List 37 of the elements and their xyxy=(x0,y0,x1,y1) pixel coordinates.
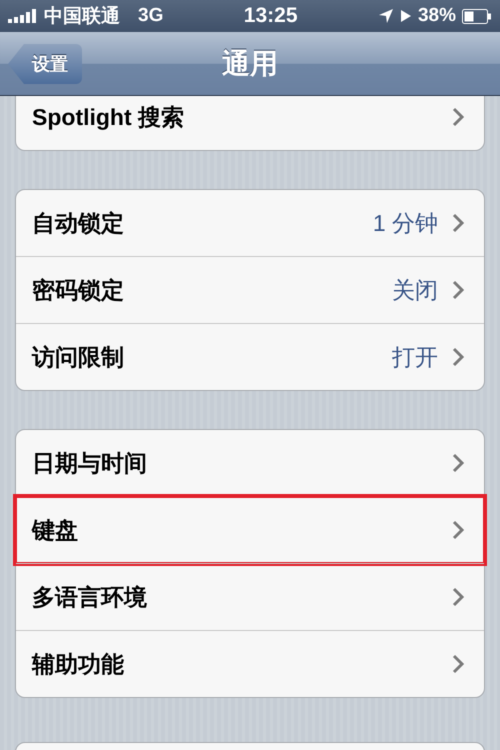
chevron-icon xyxy=(452,213,464,233)
row-label: 日期与时间 xyxy=(32,448,148,478)
row-label: 多语言环境 xyxy=(32,582,148,612)
row-label: 辅助功能 xyxy=(32,650,125,678)
chevron-icon xyxy=(452,107,464,127)
play-icon xyxy=(400,9,412,23)
setting-row[interactable]: 密码锁定 关闭 xyxy=(16,256,484,323)
clock-time: 13:25 xyxy=(244,4,298,28)
setting-row[interactable]: 日期与时间 xyxy=(16,430,484,496)
setting-row[interactable]: Spotlight 搜索 xyxy=(16,96,484,150)
chevron-icon xyxy=(452,280,464,300)
setting-row[interactable]: 多语言环境 xyxy=(16,563,484,630)
chevron-icon xyxy=(452,587,464,607)
row-label: 键盘 xyxy=(32,516,79,544)
network-type: 3G xyxy=(138,5,164,27)
row-label: 密码锁定 xyxy=(32,276,125,304)
row-value: 1 分钟 xyxy=(372,208,438,238)
row-value: 打开 xyxy=(392,342,438,372)
setting-row[interactable]: 自动锁定 1 分钟 xyxy=(16,190,484,256)
chevron-icon xyxy=(452,654,464,674)
signal-icon xyxy=(8,9,38,23)
row-label: 自动锁定 xyxy=(32,208,125,238)
location-icon xyxy=(378,8,394,24)
carrier-name: 中国联通 xyxy=(44,4,120,29)
chevron-icon xyxy=(452,347,464,367)
setting-row[interactable]: 辅助功能 xyxy=(16,630,484,697)
chevron-icon xyxy=(452,520,464,540)
battery-percent: 38% xyxy=(418,5,456,27)
row-value: 关闭 xyxy=(392,276,438,304)
setting-row[interactable]: 键盘 xyxy=(16,496,484,563)
back-button[interactable]: 设置 xyxy=(8,44,82,84)
battery-icon xyxy=(462,8,492,24)
row-label: Spotlight 搜索 xyxy=(32,102,186,132)
setting-row[interactable]: 访问限制 打开 xyxy=(16,323,484,390)
row-label: 访问限制 xyxy=(32,342,125,372)
chevron-icon xyxy=(452,453,464,473)
nav-title: 通用 xyxy=(222,46,278,80)
